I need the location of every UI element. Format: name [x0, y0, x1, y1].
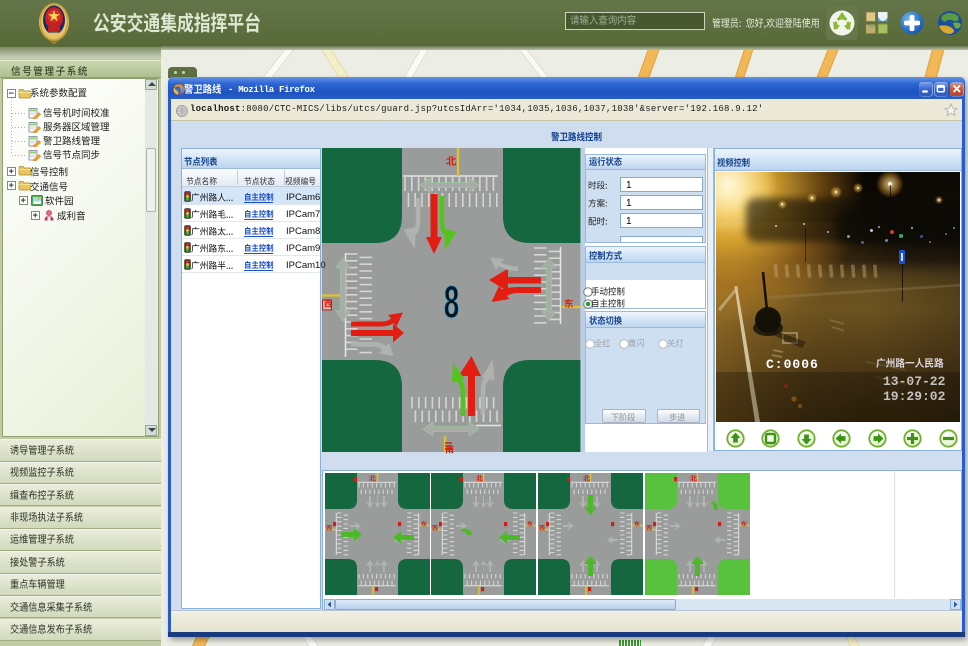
svg-text:8: 8	[444, 277, 460, 327]
